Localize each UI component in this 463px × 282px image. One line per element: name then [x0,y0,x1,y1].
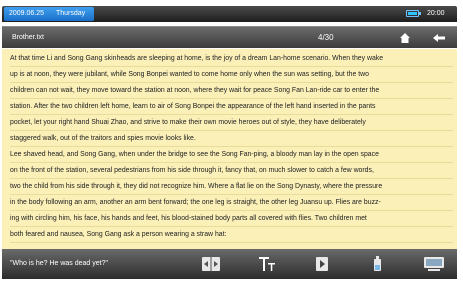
text-line: in the body following an arm, another an… [10,195,453,211]
home-icon [400,33,410,43]
back-arrow-icon [433,34,445,42]
text-line: up is at noon, they were jubilant, while… [10,67,453,83]
file-name: Brother.txt [12,34,44,41]
screen-button[interactable] [421,254,447,274]
status-time: 20:00 [427,10,445,17]
flip-pages-icon [202,257,220,271]
home-button[interactable] [393,30,417,46]
autoplay-button[interactable] [309,254,335,274]
font-size-icon [259,257,275,271]
text-line: both feared and nausea, Song Gang ask a … [10,227,453,243]
page-indicator: 4/30 [318,33,334,42]
reading-page[interactable]: At that time Li and Song Gang skinheads … [2,49,457,249]
text-line: on the front of the station, several ped… [10,163,453,179]
text-line: children can not wait, they move toward … [10,83,453,99]
autoplay-icon [316,257,328,271]
font-size-button[interactable] [254,254,280,274]
title-bar: Brother.txt 4/30 [2,26,457,48]
text-line: pocket, let your right hand Shuai Zhao, … [10,115,453,131]
brightness-button[interactable] [364,254,390,274]
ebook-reader: 2009.06.25 Thursday 20:00 Brother.txt 4/… [0,0,463,282]
battery-icon [406,10,421,17]
status-date: 2009.06.25 [9,10,45,17]
screen-icon [424,257,444,271]
text-line: staggered walk, out of the traitors and … [10,131,453,147]
flip-pages-button[interactable] [198,254,224,274]
text-line: station. After the two children left hom… [10,99,453,115]
text-line: Lee shaved head, and Song Gang, when und… [10,147,453,163]
status-bar: 2009.06.25 Thursday 20:00 [2,6,457,22]
next-line-preview: "Who is he? He was dead yet?" [10,260,108,267]
text-line: ing with circling him, his face, his han… [10,211,453,227]
text-line: two the child from his side through it, … [10,179,453,195]
back-button[interactable] [427,30,451,46]
status-weekday: Thursday [56,10,86,17]
bottom-toolbar: "Who is he? He was dead yet?" [2,249,457,279]
brightness-icon [374,256,381,271]
date-chip: 2009.06.25 Thursday [4,7,94,21]
text-line: At that time Li and Song Gang skinheads … [10,51,453,67]
